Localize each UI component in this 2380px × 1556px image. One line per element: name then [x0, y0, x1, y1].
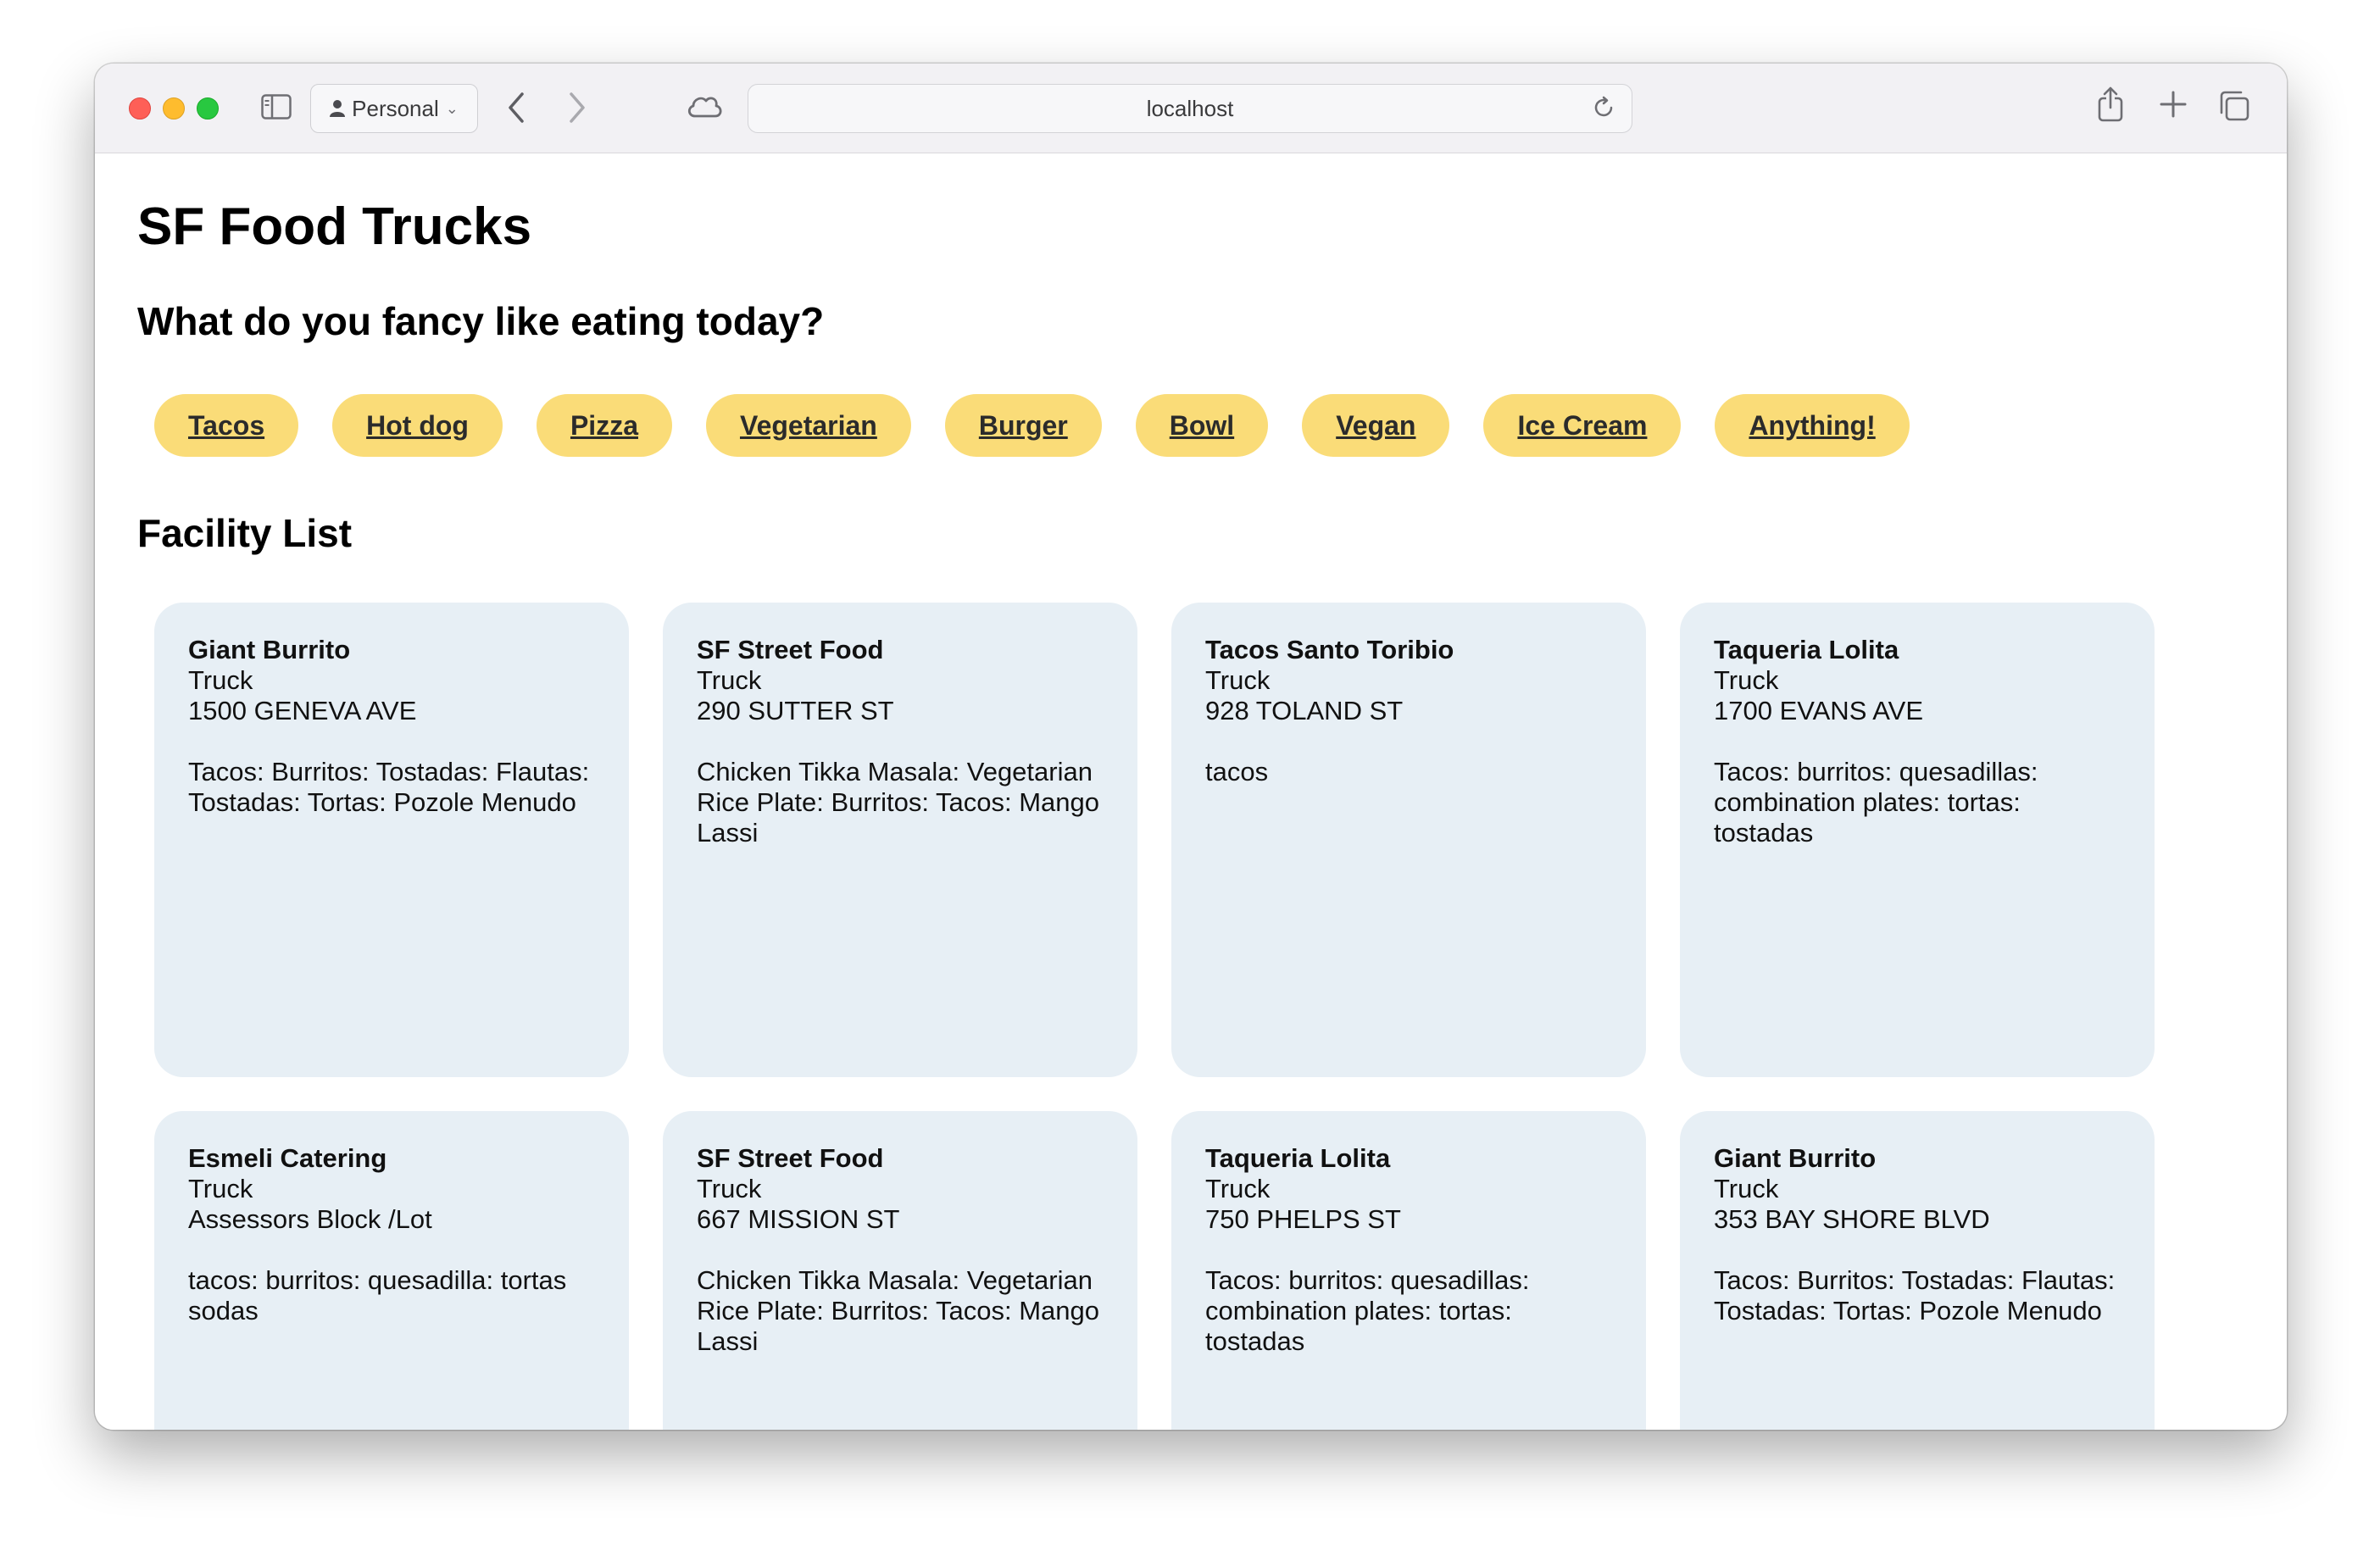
facility-card[interactable]: Esmeli Catering Truck Assessors Block /L… [154, 1111, 629, 1430]
facility-food-items: tacos [1205, 757, 1269, 786]
facility-list-heading: Facility List [137, 511, 353, 555]
filter-chip-vegan[interactable]: Vegan [1302, 394, 1450, 457]
facility-type: Truck [188, 665, 253, 695]
facility-type: Truck [1714, 1174, 1779, 1203]
facility-food-items: Tacos: Burritos: Tostadas: Flautas: Tost… [1714, 1265, 2116, 1325]
facility-food-items: Chicken Tikka Masala: Vegetarian Rice Pl… [697, 757, 1099, 847]
facility-food-items: Tacos: burritos: quesadillas: combinatio… [1205, 1265, 1530, 1356]
back-icon[interactable] [503, 89, 529, 126]
facility-name: SF Street Food [697, 635, 884, 664]
address-bar[interactable]: localhost [748, 84, 1632, 133]
filter-chip-tacos[interactable]: Tacos [154, 394, 299, 457]
address-text: localhost [1146, 95, 1234, 121]
facility-card[interactable]: SF Street Food Truck 667 MISSION ST Chic… [663, 1111, 1137, 1430]
close-window-button[interactable] [129, 97, 151, 119]
page-title: SF Food Trucks [137, 197, 532, 256]
facility-type: Truck [697, 665, 762, 695]
filter-chips: Tacos Hot dog Pizza Vegetarian Burger Bo… [154, 394, 1910, 457]
facility-name: Esmeli Catering [188, 1143, 387, 1173]
facility-address: 353 BAY SHORE BLVD [1714, 1204, 1990, 1234]
zoom-window-button[interactable] [197, 97, 219, 119]
facility-food-items: tacos: burritos: quesadilla: tortas soda… [188, 1265, 567, 1325]
facility-card[interactable]: SF Street Food Truck 290 SUTTER ST Chick… [663, 603, 1137, 1077]
person-icon [330, 100, 346, 117]
cloud-icon[interactable] [685, 89, 724, 123]
minimize-window-button[interactable] [163, 97, 185, 119]
filter-chip-bowl[interactable]: Bowl [1135, 394, 1269, 457]
facility-address: 1700 EVANS AVE [1714, 696, 1924, 725]
facility-address: 290 SUTTER ST [697, 696, 894, 725]
filter-chip-burger[interactable]: Burger [944, 394, 1102, 457]
facility-address: Assessors Block /Lot [188, 1204, 432, 1234]
filter-chip-anything[interactable]: Anything! [1715, 394, 1910, 457]
facility-name: Taqueria Lolita [1714, 635, 1899, 664]
facility-type: Truck [188, 1174, 253, 1203]
facility-type: Truck [1205, 1174, 1271, 1203]
filter-chip-hot-dog[interactable]: Hot dog [332, 394, 503, 457]
filter-chip-vegetarian[interactable]: Vegetarian [705, 394, 911, 457]
share-icon[interactable] [2095, 86, 2126, 123]
filter-chip-pizza[interactable]: Pizza [536, 394, 672, 457]
sidebar-icon[interactable] [261, 94, 292, 119]
facility-type: Truck [697, 1174, 762, 1203]
facility-card[interactable]: Taqueria Lolita Truck 1700 EVANS AVE Tac… [1680, 603, 2155, 1077]
page-content: SF Food Trucks What do you fancy like ea… [95, 154, 2287, 1430]
new-tab-icon[interactable] [2156, 87, 2190, 121]
facility-address: 750 PHELPS ST [1205, 1204, 1401, 1234]
facility-name: SF Street Food [697, 1143, 884, 1173]
reload-icon[interactable] [1591, 95, 1616, 120]
forward-icon[interactable] [564, 89, 590, 126]
facility-card[interactable]: Giant Burrito Truck 353 BAY SHORE BLVD T… [1680, 1111, 2155, 1430]
filter-chip-ice-cream[interactable]: Ice Cream [1483, 394, 1682, 457]
facility-card[interactable]: Tacos Santo Toribio Truck 928 TOLAND ST … [1171, 603, 1646, 1077]
browser-toolbar: Personal ⌄ localhost [95, 64, 2287, 153]
facility-name: Tacos Santo Toribio [1205, 635, 1454, 664]
facility-name: Taqueria Lolita [1205, 1143, 1391, 1173]
facility-card[interactable]: Taqueria Lolita Truck 750 PHELPS ST Taco… [1171, 1111, 1646, 1430]
facility-name: Giant Burrito [188, 635, 351, 664]
facility-food-items: Tacos: Burritos: Tostadas: Flautas: Tost… [188, 757, 590, 817]
facility-grid: Giant Burrito Truck 1500 GENEVA AVE Taco… [154, 603, 2155, 1430]
tabs-overview-icon[interactable] [2217, 89, 2251, 123]
facility-type: Truck [1205, 665, 1271, 695]
facility-card[interactable]: Giant Burrito Truck 1500 GENEVA AVE Taco… [154, 603, 629, 1077]
facility-address: 1500 GENEVA AVE [188, 696, 417, 725]
question-heading: What do you fancy like eating today? [137, 299, 825, 343]
chevron-down-icon: ⌄ [445, 99, 459, 117]
facility-name: Giant Burrito [1714, 1143, 1877, 1173]
facility-food-items: Chicken Tikka Masala: Vegetarian Rice Pl… [697, 1265, 1099, 1356]
profile-label: Personal [352, 95, 439, 121]
facility-address: 667 MISSION ST [697, 1204, 900, 1234]
profile-button[interactable]: Personal ⌄ [310, 84, 478, 133]
facility-type: Truck [1714, 665, 1779, 695]
facility-food-items: Tacos: burritos: quesadillas: combinatio… [1714, 757, 2038, 847]
facility-address: 928 TOLAND ST [1205, 696, 1404, 725]
browser-window: Personal ⌄ localhost SF Food Trucks What… [95, 64, 2287, 1430]
